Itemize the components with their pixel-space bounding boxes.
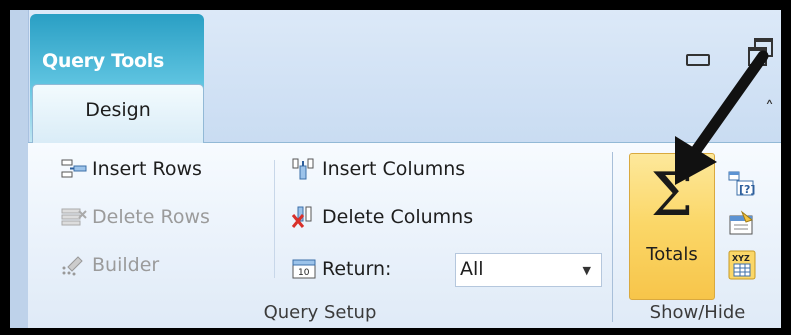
insert-rows-label: Insert Rows <box>92 158 202 180</box>
chevron-down-icon: ▼ <box>582 264 591 277</box>
arrow-annotation <box>675 50 769 185</box>
svg-text:10: 10 <box>298 268 310 278</box>
query-setup-group-label: Query Setup <box>263 302 377 323</box>
property-sheet-icon[interactable] <box>728 210 756 238</box>
return-control: 10 Return: <box>290 252 391 286</box>
totals-label: Totals <box>646 244 698 265</box>
delete-columns-button[interactable]: Delete Columns <box>290 200 473 234</box>
group-separator <box>612 152 613 322</box>
table-names-icon[interactable]: XYZ <box>728 250 756 280</box>
insert-columns-icon <box>290 157 318 181</box>
return-dropdown[interactable]: All ▼ <box>455 253 602 287</box>
return-dropdown-value: All <box>460 258 484 280</box>
insert-columns-label: Insert Columns <box>322 158 466 180</box>
builder-label: Builder <box>92 254 160 276</box>
delete-rows-label: Delete Rows <box>92 206 210 228</box>
return-icon: 10 <box>290 257 318 281</box>
tab-design-label: Design <box>85 99 151 121</box>
xyz-text: XYZ <box>732 254 750 263</box>
delete-rows-button[interactable]: Delete Rows <box>60 200 210 234</box>
left-edge-strip <box>10 10 29 328</box>
insert-columns-button[interactable]: Insert Columns <box>290 152 465 186</box>
tab-design[interactable]: Design <box>32 84 204 143</box>
column-separator <box>274 160 275 278</box>
query-tools-label: Query Tools <box>42 50 164 72</box>
insert-rows-icon <box>60 157 88 181</box>
delete-rows-icon <box>60 205 88 229</box>
access-ribbon: Query Tools Design ˄ Insert Rows Delete … <box>10 10 781 328</box>
show-hide-group-label: Show/Hide <box>649 302 746 323</box>
builder-button[interactable]: Builder <box>60 248 159 282</box>
return-label: Return: <box>322 258 392 280</box>
delete-columns-icon <box>290 205 318 229</box>
insert-rows-button[interactable]: Insert Rows <box>60 152 202 186</box>
delete-columns-label: Delete Columns <box>322 206 474 228</box>
builder-icon <box>60 253 88 277</box>
